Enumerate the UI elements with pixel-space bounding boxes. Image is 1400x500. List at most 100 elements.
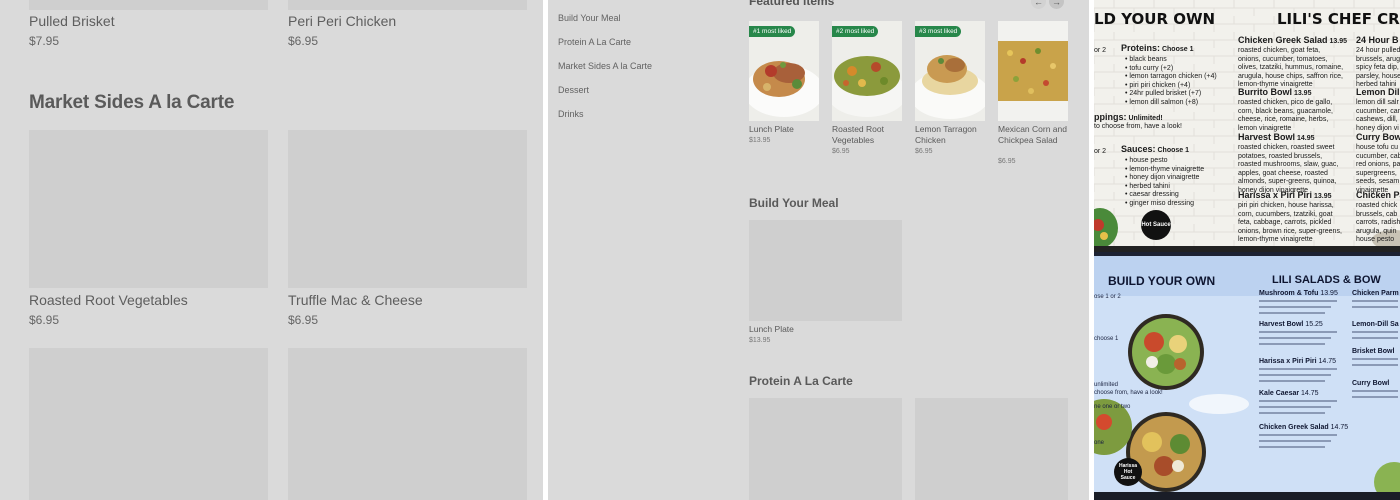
item-image-placeholder[interactable] <box>749 220 902 321</box>
dish-desc: almonds, super-greens, quinoa, <box>1238 178 1337 185</box>
dish-title: Burrito Bowl <box>1238 87 1292 97</box>
dish-price: 13.95 <box>1292 90 1312 97</box>
dish-title: Brisket Bowl <box>1352 348 1395 355</box>
most-liked-badge: #1 most liked <box>749 26 796 37</box>
item-price: $6.95 <box>29 313 60 327</box>
item-image-placeholder[interactable] <box>749 398 902 500</box>
item-image-placeholder[interactable] <box>288 348 527 500</box>
carousel-next-button[interactable]: → <box>1049 0 1064 9</box>
dish-price: 14.75 <box>1316 358 1337 365</box>
dish-desc: 24 hour pulled <box>1356 47 1400 54</box>
item-name[interactable]: Roasted Root Vegetables <box>29 292 188 308</box>
nav-item-drinks[interactable]: Drinks <box>558 109 584 119</box>
featured-item-name[interactable]: Lemon Tarragon Chicken <box>915 124 987 146</box>
dish-title: Lemon Dill <box>1356 87 1400 97</box>
item-price: $7.95 <box>29 34 60 48</box>
dish-price: 15.25 <box>1303 321 1323 328</box>
dish-desc: house pesto <box>1356 236 1395 243</box>
dish-desc-line <box>1352 364 1398 366</box>
dish-title: Curry Bowl <box>1352 380 1390 387</box>
dish-name: Harvest Bowl 14.95 <box>1238 133 1315 144</box>
featured-item-name[interactable]: Lunch Plate <box>749 124 821 135</box>
list-item: • honey dijon vinaigrette <box>1125 174 1200 181</box>
menu-heading: LILI'S CHEF CREATI <box>1277 10 1400 28</box>
tv-menu-heading: LILI SALADS & BOW <box>1272 274 1381 286</box>
item-image-placeholder[interactable] <box>29 0 268 10</box>
dish-desc-line <box>1259 434 1337 436</box>
nav-item-market-sides[interactable]: Market Sides A la Carte <box>558 61 652 71</box>
dish-desc: corn, cucumbers, tzatziki, goat <box>1238 210 1333 218</box>
dish-desc: potatoes, roasted brussels, <box>1238 152 1323 160</box>
dish-desc: brussels, arug <box>1356 55 1400 63</box>
item-image-placeholder[interactable] <box>288 0 527 10</box>
dish-title: Harissa x Piri Piri 14.75 <box>1259 358 1336 365</box>
arrow-left-icon: ← <box>1034 0 1043 7</box>
list-item: • piri piri chicken (+4) <box>1125 81 1191 89</box>
arrow-right-icon: → <box>1052 0 1061 7</box>
nav-item-dessert[interactable]: Dessert <box>558 85 589 95</box>
dish-desc-line <box>1259 337 1331 339</box>
dish-desc-line <box>1259 374 1331 376</box>
hot-sauce-badge: Hot Sauce <box>1141 210 1171 240</box>
menu-text: Proteins: Choose 1 <box>1121 44 1193 55</box>
dish-desc: roasted chicken, goat feta, <box>1238 47 1321 54</box>
featured-item-price: $6.95 <box>915 148 933 155</box>
dish-desc: seeds, sesam <box>1356 178 1400 185</box>
nav-item-build-your-meal[interactable]: Build Your Meal <box>558 13 621 23</box>
dish-name: Chicken Greek Salad 13.95 <box>1238 36 1347 47</box>
dish-desc: spicy feta dip, <box>1356 64 1399 71</box>
dish-title: Mushroom & Tofu 13.95 <box>1259 290 1338 297</box>
hot-sauce-label: Hot Sauce <box>1141 221 1171 228</box>
item-name[interactable]: Peri Peri Chicken <box>288 13 396 29</box>
menu-label: Proteins: <box>1121 43 1161 53</box>
list-item: • house pesto <box>1125 157 1168 164</box>
dish-price: 13.95 <box>1327 38 1348 45</box>
dish-name: Mushroom & Tofu <box>1259 290 1319 297</box>
featured-item-image[interactable]: #2 most liked <box>832 21 902 121</box>
tv-menu-text: unlimited <box>1094 382 1119 388</box>
dish-desc-line <box>1352 358 1398 360</box>
dish-desc: supergreens, <box>1356 169 1397 177</box>
item-name[interactable]: Lunch Plate <box>749 324 794 334</box>
featured-item-image[interactable]: #3 most liked <box>915 21 985 121</box>
featured-item-name[interactable]: Mexican Corn and Chickpea Salad <box>998 124 1070 146</box>
featured-item-image[interactable]: #1 most liked <box>749 21 819 121</box>
item-name[interactable]: Pulled Brisket <box>29 13 115 29</box>
tv-menu-text: choose 1 <box>1094 336 1119 342</box>
dish-desc-line <box>1259 412 1325 414</box>
dish-desc-line <box>1259 331 1337 333</box>
dish-title: Harvest Bowl 15.25 <box>1259 321 1323 328</box>
dish-title: Chicken Parm B <box>1352 290 1400 297</box>
item-image-placeholder[interactable] <box>29 130 268 288</box>
dish-desc: arugula, quin <box>1356 227 1397 235</box>
hot-sauce-label: Harissa Hot Sauce <box>1118 463 1138 481</box>
dish-desc-line <box>1259 312 1325 314</box>
dish-price: 13.95 <box>1318 290 1338 297</box>
carousel-prev-button[interactable]: ← <box>1031 0 1046 9</box>
item-image-placeholder[interactable] <box>915 398 1068 500</box>
menu-heading: LD YOUR OWN <box>1094 10 1216 28</box>
dish-name: Chicken Greek Salad <box>1259 424 1329 431</box>
item-image-placeholder[interactable] <box>288 130 527 288</box>
item-name[interactable]: Truffle Mac & Cheese <box>288 292 423 308</box>
list-item: • lemon dill salmon (+8) <box>1125 98 1199 106</box>
dish-desc-line <box>1259 440 1331 442</box>
tv-menu-heading: BUILD YOUR OWN <box>1108 274 1216 288</box>
item-image-placeholder[interactable] <box>29 348 268 500</box>
featured-item-image[interactable] <box>998 21 1068 121</box>
nav-item-protein[interactable]: Protein A La Carte <box>558 37 631 47</box>
dish-desc-line <box>1352 396 1398 398</box>
hot-sauce-badge: Harissa Hot Sauce <box>1114 458 1142 486</box>
dish-price: 14.75 <box>1328 424 1349 431</box>
food-photo <box>998 21 1068 121</box>
dish-desc: roasted chicken, pico de gallo, <box>1238 99 1333 106</box>
dish-desc: arugula, house chips, saffron rice, <box>1238 72 1343 80</box>
item-price: $6.95 <box>288 313 319 327</box>
featured-item-name[interactable]: Roasted Root Vegetables <box>832 124 904 146</box>
dish-desc-line <box>1259 368 1337 370</box>
section-title-build-your-meal: Build Your Meal <box>749 196 839 210</box>
dish-desc: roasted chicken, roasted sweet <box>1238 144 1335 151</box>
dish-title: Curry Bow <box>1356 132 1400 142</box>
dish-desc-line <box>1259 300 1337 302</box>
dish-name: Harvest Bowl <box>1259 321 1304 328</box>
